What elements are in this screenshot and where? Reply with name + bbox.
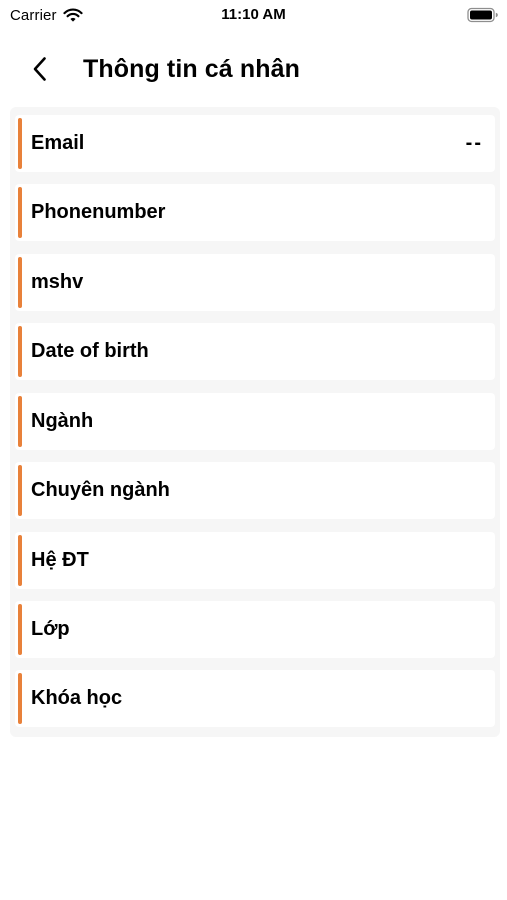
row-label: Lớp <box>31 618 70 640</box>
row-accent-bar <box>18 326 22 377</box>
chevron-left-icon <box>33 57 46 81</box>
info-row-nganh[interactable]: Ngành <box>15 393 495 450</box>
row-label: Khóa học <box>31 687 123 709</box>
row-label: Hệ ĐT <box>31 549 89 571</box>
row-value: -- <box>465 132 483 154</box>
info-row-chuyen-nganh[interactable]: Chuyên ngành <box>15 462 495 519</box>
info-row-date-of-birth[interactable]: Date of birth <box>15 323 495 380</box>
status-bar: Carrier 11:10 AM <box>0 0 507 30</box>
row-label: Email <box>31 132 85 154</box>
row-accent-bar <box>18 465 22 516</box>
row-accent-bar <box>18 187 22 238</box>
back-button[interactable] <box>24 53 56 85</box>
row-accent-bar <box>18 535 22 586</box>
row-accent-bar <box>18 604 22 655</box>
personal-info-list: Email -- Phonenumber mshv Date of birth … <box>10 107 500 737</box>
row-label: Chuyên ngành <box>31 479 170 501</box>
info-row-email[interactable]: Email -- <box>15 115 495 172</box>
row-accent-bar <box>18 118 22 169</box>
row-label: Phonenumber <box>31 201 166 223</box>
page-title: Thông tin cá nhân <box>83 55 300 83</box>
battery-icon <box>467 7 498 23</box>
info-row-khoa-hoc[interactable]: Khóa học <box>15 670 495 727</box>
info-row-mshv[interactable]: mshv <box>15 254 495 311</box>
row-label: Date of birth <box>31 340 149 362</box>
row-accent-bar <box>18 396 22 447</box>
row-label: Ngành <box>31 410 94 432</box>
info-row-lop[interactable]: Lớp <box>15 601 495 658</box>
info-row-phonenumber[interactable]: Phonenumber <box>15 184 495 241</box>
navigation-bar: Thông tin cá nhân <box>0 44 507 96</box>
status-time: 11:10 AM <box>221 6 286 23</box>
row-label: mshv <box>31 271 84 293</box>
info-row-he-dt[interactable]: Hệ ĐT <box>15 532 495 589</box>
row-accent-bar <box>18 673 22 724</box>
row-accent-bar <box>18 257 22 308</box>
